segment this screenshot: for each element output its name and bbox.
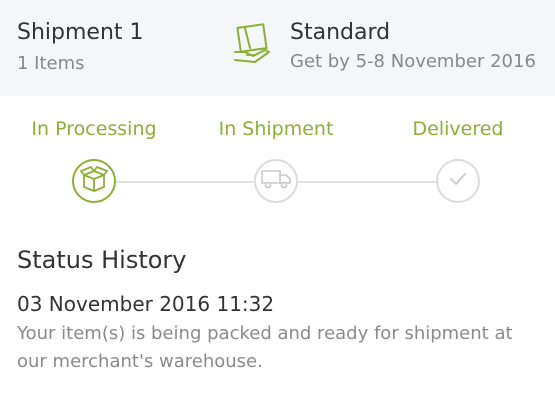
- status-history-title: Status History: [17, 246, 187, 274]
- shipment-title: Shipment 1: [17, 20, 144, 45]
- truck-icon: [261, 169, 291, 193]
- shipping-method: Standard: [290, 20, 391, 45]
- package-hand-icon: [231, 22, 273, 64]
- box-icon: [80, 166, 108, 196]
- delivery-estimate: Get by 5-8 November 2016: [290, 51, 536, 72]
- check-icon: [448, 171, 468, 191]
- progress-line: [116, 181, 254, 183]
- step-node-processing: [72, 159, 116, 203]
- history-entry-time: 03 November 2016 11:32: [17, 292, 275, 316]
- shipment-progress: In Processing In Shipment Delivered: [0, 96, 555, 220]
- step-node-shipment: [254, 159, 298, 203]
- step-label-delivered: Delivered: [412, 118, 504, 140]
- step-label-shipment: In Shipment: [218, 118, 334, 140]
- step-label-processing: In Processing: [31, 118, 157, 140]
- item-count: 1 Items: [17, 53, 85, 74]
- progress-line: [298, 181, 436, 183]
- history-entry-text: Your item(s) is being packed and ready f…: [17, 323, 513, 372]
- shipment-header: Shipment 1 1 Items Standard Get by 5-8 N…: [0, 0, 555, 96]
- step-node-delivered: [436, 159, 480, 203]
